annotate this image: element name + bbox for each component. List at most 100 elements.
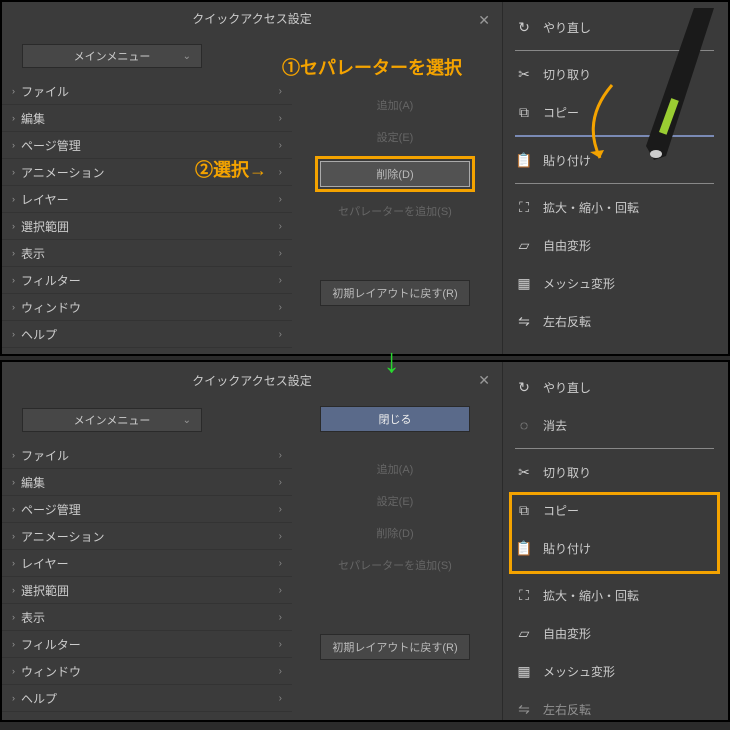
- chevron-right-icon: ›: [279, 693, 282, 704]
- quick-item-flip[interactable]: ⇋ 左右反転: [503, 302, 726, 340]
- quick-item-erase[interactable]: ◌ 消去: [503, 406, 726, 444]
- chevron-right-icon: ›: [279, 504, 282, 515]
- separator: [515, 448, 714, 449]
- quick-item-paste[interactable]: 📋 貼り付け: [503, 141, 726, 179]
- tree-item-animation[interactable]: ›アニメーション›: [2, 159, 292, 186]
- tree-item-help[interactable]: ›ヘルプ›: [2, 685, 292, 712]
- caret-right-icon: ›: [12, 113, 15, 123]
- menu-dropdown[interactable]: メインメニュー ⌄: [22, 44, 202, 68]
- separator-selected[interactable]: [515, 135, 714, 137]
- tree-item-layer[interactable]: ›レイヤー›: [2, 550, 292, 577]
- quick-item-redo[interactable]: ↻ やり直し: [503, 368, 726, 406]
- tree-item-help[interactable]: ›ヘルプ›: [2, 321, 292, 348]
- quick-item-copy[interactable]: ⧉ コピー: [503, 93, 726, 131]
- tree-item-filter[interactable]: ›フィルター›: [2, 631, 292, 658]
- dialog-title: クイックアクセス設定: [192, 10, 311, 27]
- tree-item-view[interactable]: ›表示›: [2, 240, 292, 267]
- reset-layout-button[interactable]: 初期レイアウトに戻す(R): [320, 634, 470, 660]
- chevron-right-icon: ›: [279, 140, 282, 151]
- quick-item-cut[interactable]: ✂ 切り取り: [503, 55, 726, 93]
- menu-dropdown[interactable]: メインメニュー ⌄: [22, 408, 202, 432]
- flip-horizontal-icon: ⇋: [515, 700, 533, 718]
- mesh-icon: ▦: [515, 274, 533, 292]
- caret-right-icon: ›: [12, 558, 15, 568]
- settings-button: 設定(E): [320, 124, 470, 150]
- tree-item-selection[interactable]: ›選択範囲›: [2, 213, 292, 240]
- reset-layout-button[interactable]: 初期レイアウトに戻す(R): [320, 280, 470, 306]
- add-separator-button: セパレーターを追加(S): [320, 198, 470, 224]
- menu-tree-column: メインメニュー ⌄ ›ファイル› ›編集› ›ページ管理› ›アニメーション› …: [2, 34, 292, 354]
- action-buttons-column: 閉じる 追加(A) 設定(E) 削除(D) セパレーターを追加(S) 初期レイア…: [292, 398, 502, 720]
- chevron-right-icon: ›: [279, 167, 282, 178]
- down-arrow-icon: ↓: [383, 342, 400, 381]
- loading-icon: ◌: [515, 416, 533, 434]
- caret-right-icon: ›: [12, 477, 15, 487]
- tree-item-page[interactable]: ›ページ管理›: [2, 496, 292, 523]
- close-button[interactable]: 閉じる: [320, 406, 470, 432]
- tree-item-edit[interactable]: ›編集›: [2, 105, 292, 132]
- quick-access-panel-before: ↻ やり直し ✂ 切り取り ⧉ コピー 📋 貼り付け ⛶ 拡大・縮小・回転 ▱ …: [502, 2, 726, 354]
- separator: [515, 50, 714, 51]
- scissors-icon: ✂: [515, 65, 533, 83]
- dialog-body: メインメニュー ⌄ ›ファイル› ›編集› ›ページ管理› ›アニメーション› …: [2, 398, 502, 720]
- caret-right-icon: ›: [12, 275, 15, 285]
- tree-item-view[interactable]: ›表示›: [2, 604, 292, 631]
- chevron-right-icon: ›: [279, 86, 282, 97]
- chevron-right-icon: ›: [279, 612, 282, 623]
- caret-right-icon: ›: [12, 167, 15, 177]
- quick-item-copy[interactable]: ⧉ コピー: [503, 491, 726, 529]
- delete-button[interactable]: 削除(D): [320, 161, 470, 187]
- tree-item-layer[interactable]: ›レイヤー›: [2, 186, 292, 213]
- settings-button: 設定(E): [320, 488, 470, 514]
- tree-item-file[interactable]: ›ファイル›: [2, 78, 292, 105]
- dialog-header: クイックアクセス設定 ✕: [2, 362, 502, 398]
- chevron-right-icon: ›: [279, 666, 282, 677]
- caret-right-icon: ›: [12, 140, 15, 150]
- paste-icon: 📋: [515, 151, 533, 169]
- chevron-right-icon: ›: [279, 585, 282, 596]
- dialog-body: メインメニュー ⌄ ›ファイル› ›編集› ›ページ管理› ›アニメーション› …: [2, 34, 502, 354]
- quick-item-redo[interactable]: ↻ やり直し: [503, 8, 726, 46]
- caret-right-icon: ›: [12, 531, 15, 541]
- transform-icon: ⛶: [515, 198, 533, 216]
- quick-item-free-transform[interactable]: ▱ 自由変形: [503, 614, 726, 652]
- quick-item-mesh[interactable]: ▦ メッシュ変形: [503, 652, 726, 690]
- action-buttons-column: 追加(A) 設定(E) 削除(D) セパレーターを追加(S) 初期レイアウトに戻…: [292, 34, 502, 354]
- chevron-right-icon: ›: [279, 477, 282, 488]
- quick-item-free-transform[interactable]: ▱ 自由変形: [503, 226, 726, 264]
- quick-item-paste[interactable]: 📋 貼り付け: [503, 529, 726, 567]
- close-icon[interactable]: ✕: [478, 372, 490, 389]
- tree-item-window[interactable]: ›ウィンドウ›: [2, 658, 292, 685]
- chevron-right-icon: ›: [279, 558, 282, 569]
- chevron-right-icon: ›: [279, 221, 282, 232]
- tree-item-selection[interactable]: ›選択範囲›: [2, 577, 292, 604]
- mesh-icon: ▦: [515, 662, 533, 680]
- separator: [515, 571, 714, 572]
- redo-icon: ↻: [515, 18, 533, 36]
- tree-item-edit[interactable]: ›編集›: [2, 469, 292, 496]
- tree-item-filter[interactable]: ›フィルター›: [2, 267, 292, 294]
- dropdown-label: メインメニュー: [74, 412, 151, 428]
- flip-horizontal-icon: ⇋: [515, 312, 533, 330]
- tree-item-file[interactable]: ›ファイル›: [2, 442, 292, 469]
- quick-item-transform[interactable]: ⛶ 拡大・縮小・回転: [503, 576, 726, 614]
- chevron-right-icon: ›: [279, 531, 282, 542]
- close-icon[interactable]: ✕: [478, 12, 490, 29]
- tree-item-animation[interactable]: ›アニメーション›: [2, 523, 292, 550]
- caret-right-icon: ›: [12, 248, 15, 258]
- caret-right-icon: ›: [12, 450, 15, 460]
- quick-access-settings-dialog: クイックアクセス設定 ✕ メインメニュー ⌄ ›ファイル› ›編集› ›ページ管…: [2, 362, 502, 720]
- quick-item-mesh[interactable]: ▦ メッシュ変形: [503, 264, 726, 302]
- redo-icon: ↻: [515, 378, 533, 396]
- chevron-right-icon: ›: [279, 450, 282, 461]
- quick-item-flip[interactable]: ⇋ 左右反転: [503, 690, 726, 728]
- caret-right-icon: ›: [12, 329, 15, 339]
- quick-item-transform[interactable]: ⛶ 拡大・縮小・回転: [503, 188, 726, 226]
- delete-button: 削除(D): [320, 520, 470, 546]
- quick-item-cut[interactable]: ✂ 切り取り: [503, 453, 726, 491]
- tree-item-window[interactable]: ›ウィンドウ›: [2, 294, 292, 321]
- tree-item-page[interactable]: ›ページ管理›: [2, 132, 292, 159]
- chevron-right-icon: ›: [279, 194, 282, 205]
- chevron-down-icon: ⌄: [183, 415, 191, 426]
- scissors-icon: ✂: [515, 463, 533, 481]
